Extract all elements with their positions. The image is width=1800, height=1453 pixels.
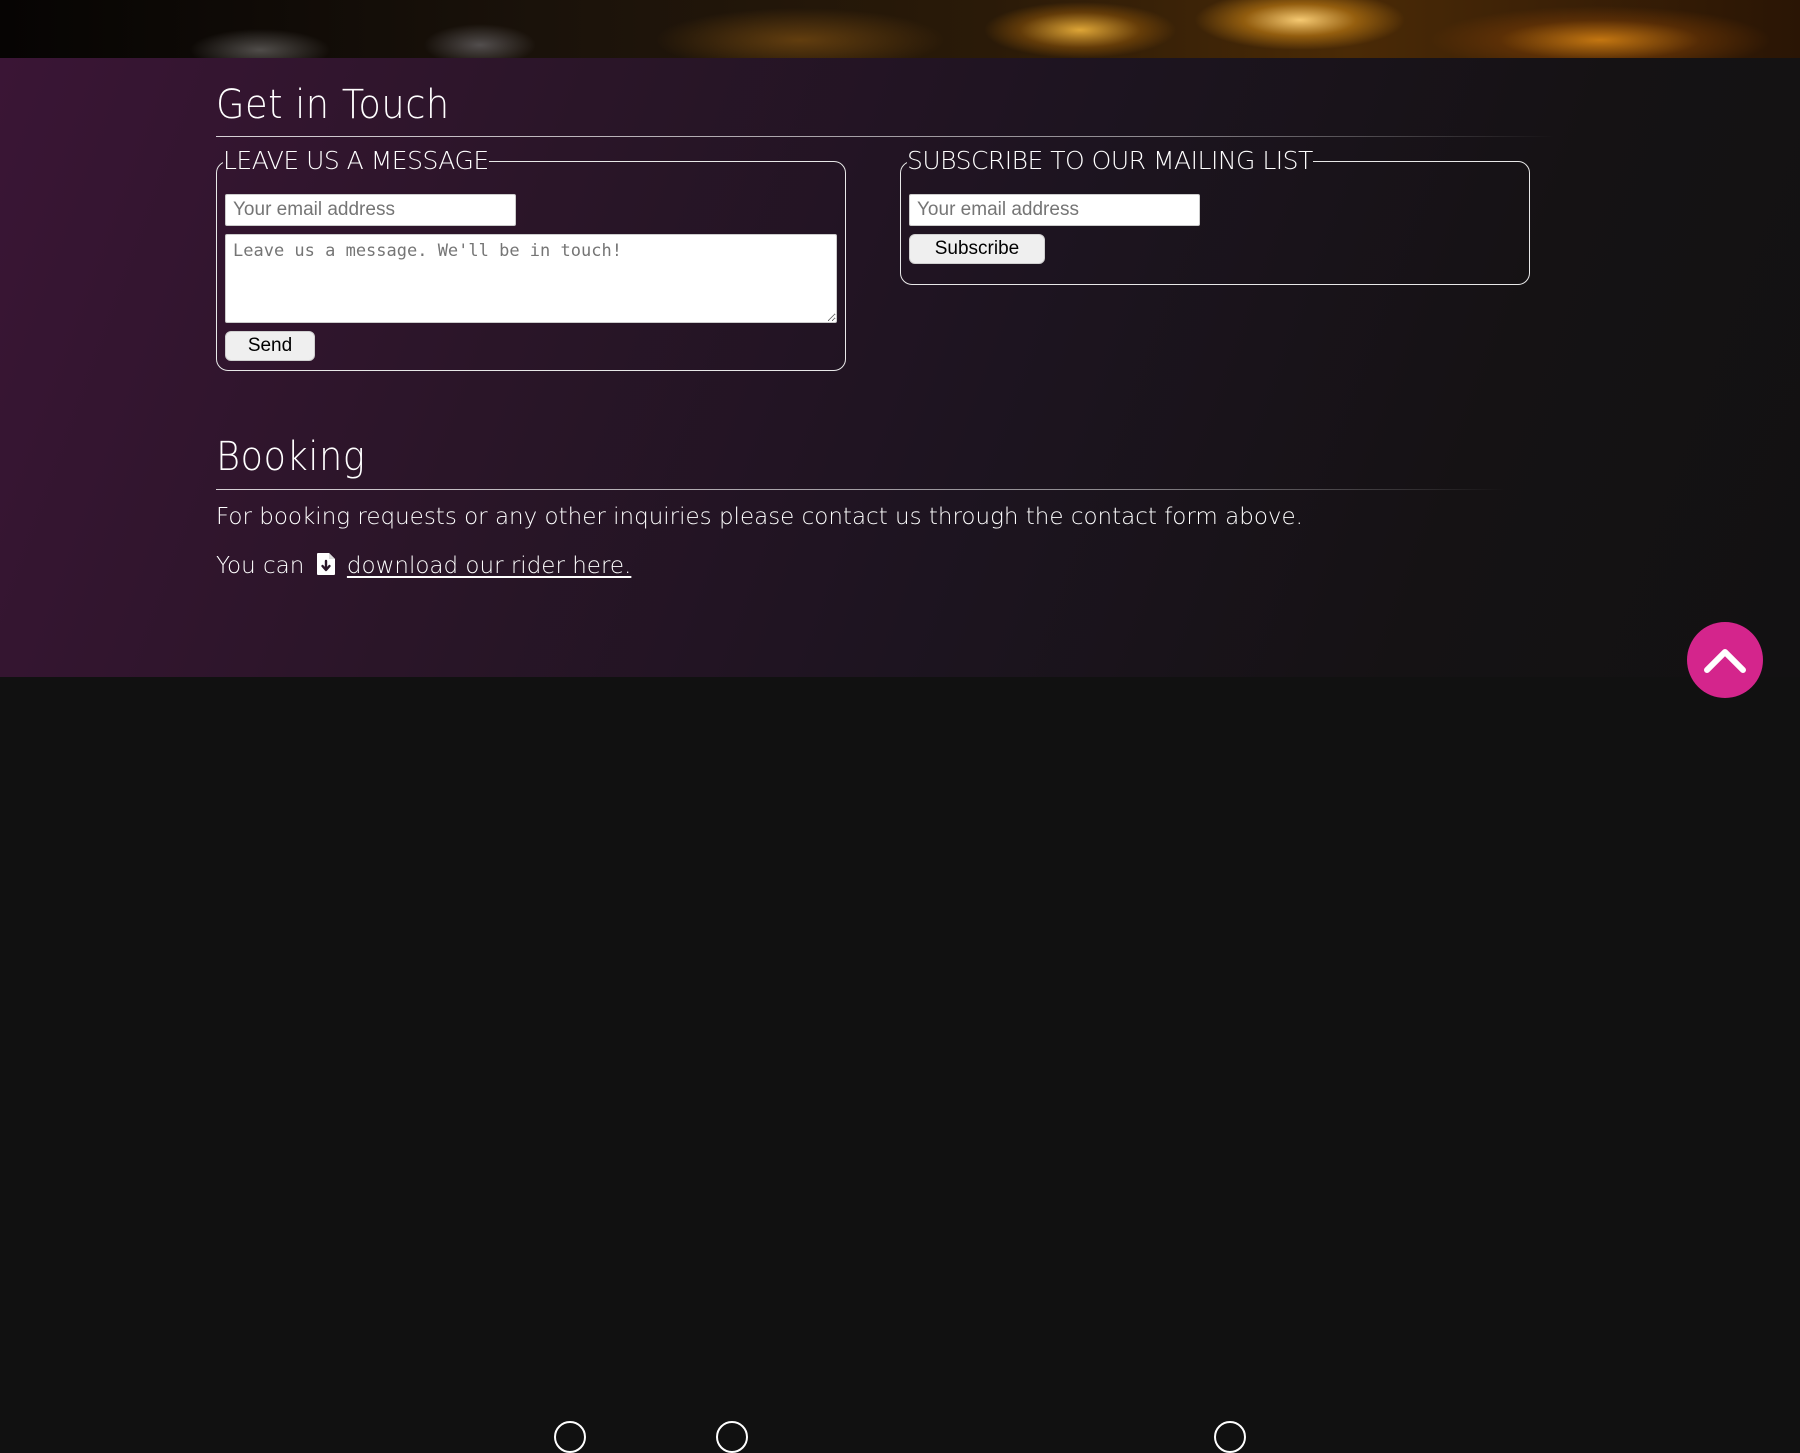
message-form-legend: LEAVE US A MESSAGE <box>223 146 489 175</box>
contact-section: Get in Touch LEAVE US A MESSAGE Send SUB… <box>0 58 1800 677</box>
message-textarea[interactable] <box>225 234 837 323</box>
booking-divider <box>216 489 1506 490</box>
get-in-touch-heading: Get in Touch <box>216 82 450 128</box>
booking-heading: Booking <box>216 434 366 480</box>
send-button[interactable]: Send <box>225 331 315 361</box>
rider-prefix: You can <box>216 553 305 579</box>
heading-divider <box>216 136 1556 137</box>
subscribe-form-legend: SUBSCRIBE TO OUR MAILING LIST <box>907 146 1313 175</box>
message-email-input[interactable] <box>225 194 516 226</box>
subscribe-button[interactable]: Subscribe <box>909 234 1045 264</box>
rider-line: You can download our rider here. <box>216 552 631 582</box>
social-icon[interactable] <box>716 1421 748 1453</box>
hero-image-strip <box>0 0 1800 58</box>
social-icon[interactable] <box>554 1421 586 1453</box>
subscribe-email-input[interactable] <box>909 194 1200 226</box>
footer <box>0 677 1800 1453</box>
booking-text: For booking requests or any other inquir… <box>216 504 1303 530</box>
file-download-icon <box>316 552 336 582</box>
social-icon[interactable] <box>1214 1421 1246 1453</box>
chevron-up-icon <box>1703 644 1747 677</box>
download-rider-link[interactable]: download our rider here. <box>347 553 631 579</box>
scroll-to-top-button[interactable] <box>1687 622 1763 698</box>
